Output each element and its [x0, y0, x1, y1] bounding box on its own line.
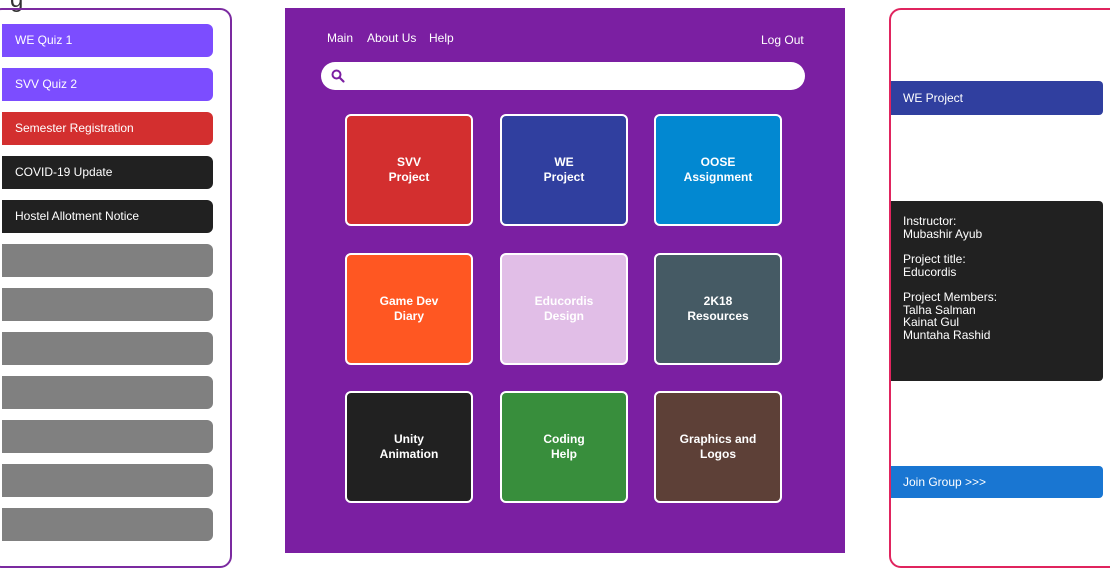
nav-about-link[interactable]: About Us	[367, 31, 416, 45]
tile-label: OOSE	[700, 155, 736, 169]
project-info-box: Instructor: Mubashir Ayub Project title:…	[891, 201, 1103, 381]
tile-label: Project	[388, 170, 430, 184]
project-title-label: Project title:	[903, 252, 966, 266]
tile-label: 2K18	[703, 294, 733, 308]
notice-item[interactable]: SVV Quiz 2	[2, 68, 213, 101]
member-name: Kainat Gul	[903, 315, 960, 329]
notices-panel: WE Quiz 1 SVV Quiz 2 Semester Registrati…	[0, 8, 232, 568]
empty-notice-slot	[2, 288, 213, 321]
tile-label: Educordis	[534, 294, 594, 308]
notice-item[interactable]: WE Quiz 1	[2, 24, 213, 57]
tile-oose-assignment[interactable]: OOSE Assignment	[654, 114, 782, 226]
tile-unity-animation[interactable]: Unity Animation	[345, 391, 473, 503]
tile-label: Resources	[687, 309, 749, 323]
empty-notice-slot	[2, 464, 213, 497]
notice-item[interactable]: Hostel Allotment Notice	[2, 200, 213, 233]
search-icon[interactable]	[330, 68, 346, 84]
project-details-panel: WE Project Instructor: Mubashir Ayub Pro…	[889, 8, 1110, 568]
tile-coding-help[interactable]: Coding Help	[500, 391, 628, 503]
empty-notice-slot	[2, 244, 213, 277]
instructor-name: Mubashir Ayub	[903, 226, 983, 241]
join-group-button[interactable]: Join Group >>>	[891, 466, 1103, 498]
tile-label: Assignment	[683, 170, 753, 184]
members-label: Project Members:	[903, 290, 998, 304]
member-name: Muntaha Rashid	[903, 327, 991, 342]
tile-label: Project	[543, 170, 585, 184]
notice-item[interactable]: Semester Registration	[2, 112, 213, 145]
tile-educordis-design[interactable]: Educordis Design	[500, 253, 628, 365]
empty-notice-slot	[2, 508, 213, 541]
project-label: WE Project	[891, 81, 1103, 115]
tile-game-dev-diary[interactable]: Game Dev Diary	[345, 253, 473, 365]
search-bar	[321, 62, 805, 90]
nav-main-link[interactable]: Main	[327, 31, 353, 45]
instructor-label: Instructor:	[903, 214, 957, 228]
tile-label: Logos	[700, 447, 736, 461]
tile-label: Game Dev	[379, 294, 439, 308]
empty-notice-slot	[2, 420, 213, 453]
tile-label: Help	[550, 447, 577, 461]
tile-2k18-resources[interactable]: 2K18 Resources	[654, 253, 782, 365]
tile-label: Diary	[393, 309, 424, 323]
empty-notice-slot	[2, 332, 213, 365]
project-title: Educordis	[903, 264, 957, 279]
nav-help-link[interactable]: Help	[429, 31, 454, 45]
tile-label: WE	[554, 155, 574, 169]
tile-label: Graphics and	[679, 432, 757, 446]
tile-label: Animation	[379, 447, 439, 461]
tile-label: Design	[543, 309, 584, 323]
notice-item[interactable]: COVID-19 Update	[2, 156, 213, 189]
tile-graphics-and-logos[interactable]: Graphics and Logos	[654, 391, 782, 503]
tile-label: Coding	[543, 432, 585, 446]
tile-we-project[interactable]: WE Project	[500, 114, 628, 226]
logout-link[interactable]: Log Out	[761, 33, 804, 47]
search-input[interactable]	[349, 66, 793, 88]
main-panel: Main About Us Help Log Out SVV Project WE…	[285, 8, 845, 553]
tile-svv-project[interactable]: SVV Project	[345, 114, 473, 226]
empty-notice-slot	[2, 376, 213, 409]
tile-label: SVV	[396, 155, 421, 169]
tile-label: Unity	[393, 432, 424, 446]
